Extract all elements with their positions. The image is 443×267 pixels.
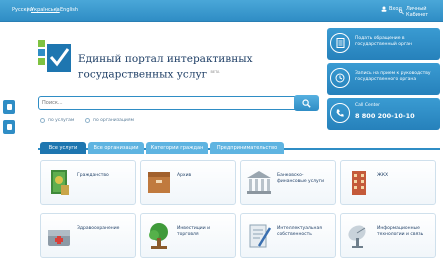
cabinet-link[interactable]: Личный Кабинет: [399, 6, 443, 18]
category-card-healthcare[interactable]: Здравоохранение: [40, 213, 136, 258]
cabinet-label: Личный Кабинет: [406, 6, 429, 18]
user-icon: [381, 6, 387, 12]
appointment-button[interactable]: Запись на прием к руководству государств…: [327, 63, 440, 95]
category-card-banking[interactable]: Банковско-финансовые услуги: [240, 160, 336, 205]
tab-business[interactable]: Предпринимательство: [210, 142, 284, 154]
category-label: Гражданство: [77, 173, 109, 178]
phone-icon: [330, 103, 350, 123]
document-icon: [330, 33, 350, 53]
radio-icon: [40, 118, 45, 123]
submit-appeal-label: Подать обращение в государственный орган: [355, 36, 412, 47]
category-label: Архив: [177, 173, 192, 178]
side-tab-help[interactable]: [3, 120, 15, 134]
divider: |: [56, 7, 58, 13]
search-button[interactable]: [294, 95, 319, 111]
satellite-dish-icon: [348, 225, 366, 248]
search-input[interactable]: [42, 98, 292, 108]
category-card-citizenship[interactable]: Гражданство: [40, 160, 136, 205]
archive-box-icon: [148, 172, 170, 193]
appointment-label: Запись на прием к руководству государств…: [355, 71, 431, 82]
clock-icon: [330, 68, 350, 88]
call-center-label: Call Center: [355, 103, 380, 108]
tab-all-services[interactable]: Все услуги: [40, 142, 86, 154]
category-card-investment[interactable]: Инвестиции и торговля: [140, 213, 236, 258]
search-option-services[interactable]: по услугам: [40, 118, 74, 123]
category-card-archive[interactable]: Архив: [140, 160, 236, 205]
call-center-button[interactable]: Call Center 8 800 200-10-10: [327, 98, 440, 130]
category-label: Банковско-финансовые услуги: [277, 173, 325, 184]
search-icon: [302, 98, 311, 108]
submit-appeal-button[interactable]: Подать обращение в государственный орган: [327, 28, 440, 60]
category-label: ЖКХ: [377, 173, 389, 178]
help-icon: [6, 124, 12, 130]
radio-label: по организациям: [93, 118, 134, 123]
category-label: Здравоохранение: [77, 226, 120, 231]
search-option-organizations[interactable]: по организациям: [85, 118, 134, 123]
portal-title: Единый портал интерактивных государствен…: [78, 53, 253, 81]
tab-citizen-categories[interactable]: Категории граждан: [146, 142, 208, 154]
category-label: Инвестиции и торговля: [177, 226, 211, 237]
tab-all-organizations[interactable]: Все организации: [88, 142, 144, 154]
call-center-number: 8 800 200-10-10: [355, 112, 415, 120]
key-icon: [399, 9, 404, 15]
category-label: Интеллектуальная собственность: [277, 226, 322, 237]
beta-badge: BETA: [210, 70, 220, 74]
lang-english[interactable]: English: [60, 7, 78, 13]
search-box: [38, 96, 319, 110]
passport-icon: [51, 170, 69, 195]
page-title: Единый портал интерактивных государствен…: [78, 53, 278, 82]
portal-logo-icon: [38, 40, 71, 72]
side-tab-feedback[interactable]: [3, 100, 15, 114]
category-label: Информационные технологии и связь: [377, 226, 424, 237]
category-card-intellectual-property[interactable]: Интеллектуальная собственность: [240, 213, 336, 258]
divider: |: [27, 7, 29, 13]
radio-icon: [85, 118, 90, 123]
category-card-it-communications[interactable]: Информационные технологии и связь: [340, 213, 436, 258]
top-bar: Русский | Українська | English Вход Личн…: [0, 0, 443, 22]
tree-icon: [149, 223, 168, 249]
document-pen-icon: [249, 224, 272, 248]
bank-building-icon: [247, 171, 271, 194]
building-icon: [352, 171, 366, 195]
lang-russian[interactable]: Русский: [12, 7, 33, 13]
radio-label: по услугам: [48, 118, 75, 123]
feedback-icon: [6, 104, 12, 110]
medical-kit-icon: [48, 230, 70, 246]
category-card-housing[interactable]: ЖКХ: [340, 160, 436, 205]
